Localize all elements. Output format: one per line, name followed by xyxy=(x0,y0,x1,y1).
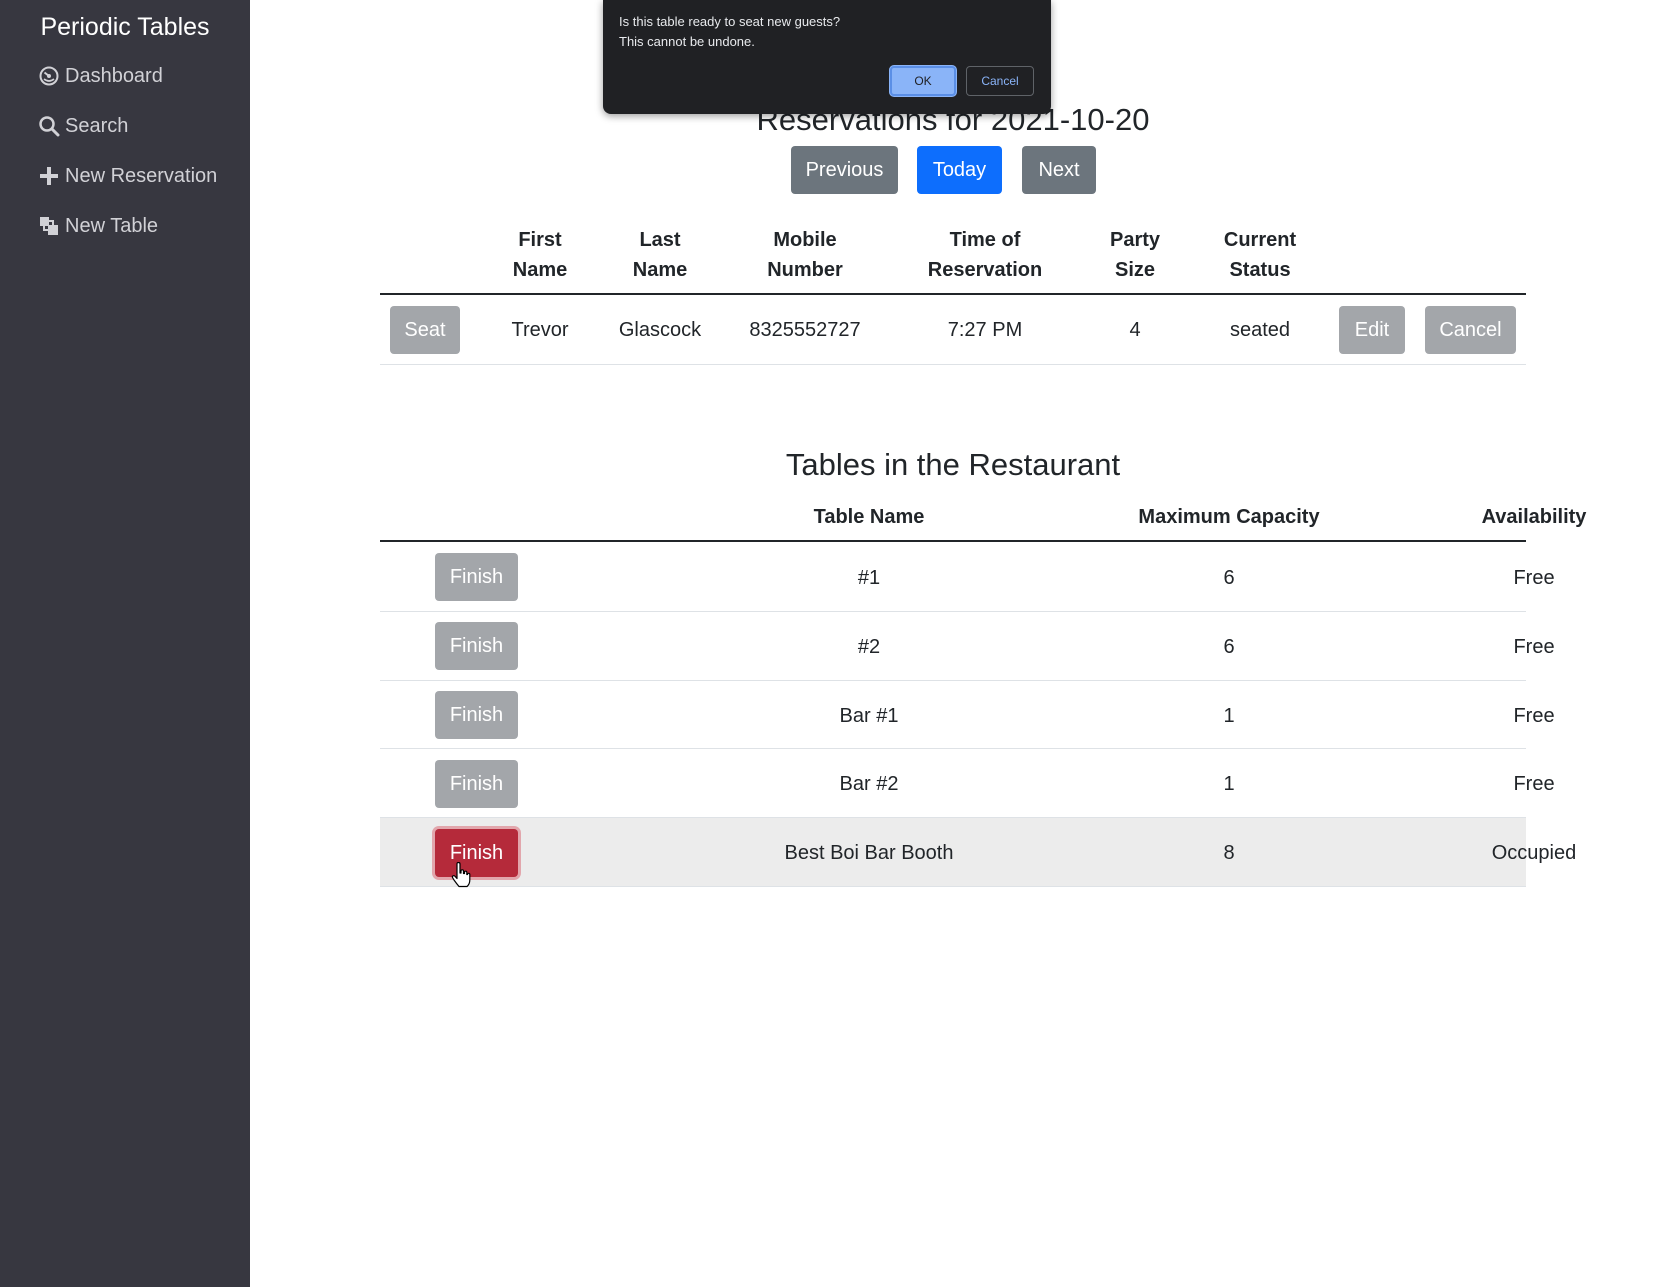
row-divider xyxy=(380,611,1526,612)
main-content: d Reservations for 2021-10-20 Previous T… xyxy=(250,0,1656,1287)
seat-button[interactable]: Seat xyxy=(390,306,460,354)
tables-heading: Tables in the Restaurant xyxy=(785,447,1121,482)
column-header: First Name xyxy=(512,229,568,281)
dialog-message-line: This cannot be undone. xyxy=(619,34,755,49)
dialog-message-line: Is this table ready to seat new guests? xyxy=(619,14,841,29)
edit-button[interactable]: Edit xyxy=(1339,306,1405,354)
hand-cursor-icon xyxy=(451,861,471,893)
row-divider xyxy=(380,680,1526,681)
column-header: Table Name xyxy=(813,506,925,528)
availability-cell: Free xyxy=(1513,705,1555,727)
availability-cell: Occupied xyxy=(1491,842,1577,864)
capacity-cell: 6 xyxy=(1223,636,1235,658)
plus-icon xyxy=(37,164,61,188)
dialog-cancel-button[interactable]: Cancel xyxy=(966,66,1034,96)
time-cell: 7:27 PM xyxy=(947,319,1023,341)
row-divider xyxy=(380,886,1526,887)
mobile-cell: 8325552727 xyxy=(749,319,861,341)
column-header: Last Name xyxy=(632,229,688,281)
column-header: Party Size xyxy=(1109,229,1161,281)
sidebar-item-new-reservation[interactable]: New Reservation xyxy=(37,161,217,191)
column-header: Availability xyxy=(1481,506,1587,528)
confirm-dialog: Is this table ready to seat new guests? … xyxy=(603,0,1051,114)
sidebar-item-new-table[interactable]: New Table xyxy=(37,211,158,241)
sidebar: Periodic Tables Dashboard Search New Res… xyxy=(0,0,250,1287)
capacity-cell: 8 xyxy=(1223,842,1235,864)
layers-icon xyxy=(37,214,61,238)
dashboard-icon xyxy=(37,64,61,88)
finish-button[interactable]: Finish xyxy=(435,622,518,670)
availability-cell: Free xyxy=(1513,567,1555,589)
table-name-cell: #2 xyxy=(857,636,881,658)
availability-cell: Free xyxy=(1513,773,1555,795)
table-name-cell: Bar #1 xyxy=(839,705,899,727)
sidebar-item-label: Dashboard xyxy=(65,64,163,87)
sidebar-item-label: New Table xyxy=(65,214,159,237)
search-icon xyxy=(37,114,61,138)
sidebar-item-label: New Reservation xyxy=(65,164,218,187)
sidebar-item-label: Search xyxy=(65,114,129,137)
party-size-cell: 4 xyxy=(1129,319,1141,341)
sidebar-item-search[interactable]: Search xyxy=(37,111,128,141)
finish-button[interactable]: Finish xyxy=(435,553,518,601)
finish-button[interactable]: Finish xyxy=(435,829,518,877)
row-divider xyxy=(380,364,1526,365)
header-divider xyxy=(380,293,1526,295)
availability-cell: Free xyxy=(1513,636,1555,658)
column-header: Mobile Number xyxy=(767,229,843,281)
dialog-ok-button[interactable]: OK xyxy=(890,66,956,96)
capacity-cell: 1 xyxy=(1223,773,1235,795)
column-header: Maximum Capacity xyxy=(1138,506,1320,528)
status-cell: seated xyxy=(1229,319,1291,341)
column-header: Current Status xyxy=(1223,229,1297,281)
column-header: Time of Reservation xyxy=(927,229,1043,281)
sidebar-item-dashboard[interactable]: Dashboard xyxy=(37,61,163,91)
dialog-message: Is this table ready to seat new guests? … xyxy=(619,12,840,52)
table-name-cell: Best Boi Bar Booth xyxy=(784,842,954,864)
next-button[interactable]: Next xyxy=(1022,146,1096,194)
first-name-cell: Trevor xyxy=(511,319,569,341)
finish-button[interactable]: Finish xyxy=(435,691,518,739)
cancel-reservation-button[interactable]: Cancel xyxy=(1425,306,1516,354)
table-name-cell: Bar #2 xyxy=(839,773,899,795)
previous-button[interactable]: Previous xyxy=(791,146,898,194)
header-divider xyxy=(380,540,1526,542)
finish-button[interactable]: Finish xyxy=(435,760,518,808)
capacity-cell: 6 xyxy=(1223,567,1235,589)
last-name-cell: Glascock xyxy=(618,319,702,341)
today-button[interactable]: Today xyxy=(917,146,1002,194)
table-name-cell: #1 xyxy=(857,567,881,589)
row-divider xyxy=(380,748,1526,749)
capacity-cell: 1 xyxy=(1223,705,1235,727)
brand-title[interactable]: Periodic Tables xyxy=(0,10,250,44)
